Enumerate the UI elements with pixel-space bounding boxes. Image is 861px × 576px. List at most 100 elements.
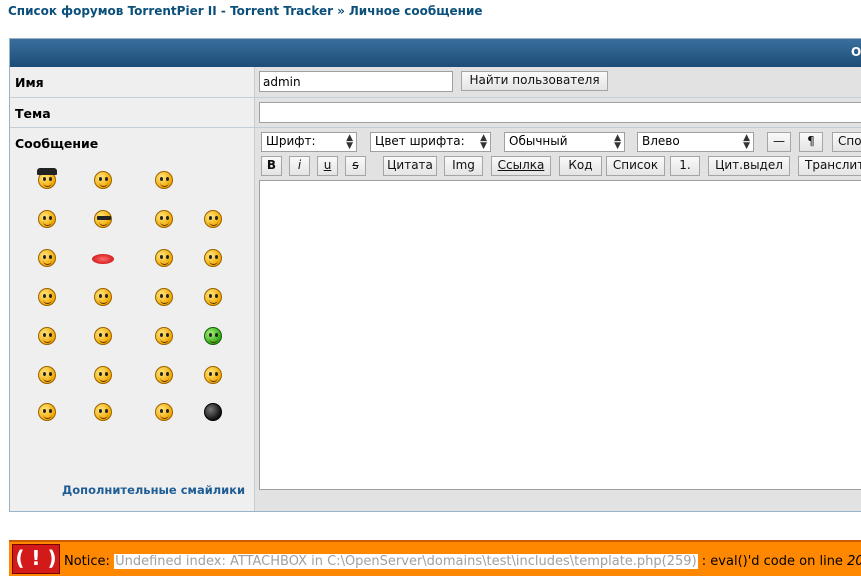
smile-icon[interactable]	[91, 168, 115, 192]
green-sick-icon[interactable]	[201, 324, 225, 348]
pilcrow-button[interactable]: ¶	[799, 132, 823, 152]
breadcrumb: Список форумов TorrentPier II - Torrent …	[8, 4, 483, 18]
thumbs-up-face	[38, 403, 56, 421]
shy-icon[interactable]	[201, 285, 225, 309]
laugh-icon[interactable]	[152, 285, 176, 309]
font-color-select-arrows-icon: ▲ ▼	[480, 133, 487, 151]
neutral-icon[interactable]	[35, 285, 59, 309]
message-row: Сообщение Дополнительные смайлики Шрифт:…	[10, 128, 861, 511]
recipient-label: Имя	[10, 67, 255, 97]
sunglasses-smiley-face	[94, 210, 112, 228]
rolleyes-face	[38, 366, 56, 384]
grin-face	[155, 171, 173, 189]
smile-face	[94, 171, 112, 189]
font-select-value: Шрифт:	[266, 134, 316, 148]
code-button[interactable]: Код	[559, 156, 602, 176]
bomb-icon[interactable]	[201, 400, 225, 424]
tongue-icon[interactable]	[152, 246, 176, 270]
quote-selected-button[interactable]: Цит.выдел	[708, 156, 790, 176]
align-select[interactable]: Влево ▲ ▼	[637, 132, 754, 152]
quote-button[interactable]: Цитата	[383, 156, 437, 176]
happy-face	[155, 210, 173, 228]
breadcrumb-current-link[interactable]: Личное сообщение	[349, 4, 483, 18]
list-button[interactable]: Список	[606, 156, 665, 176]
confused-face	[204, 249, 222, 267]
hug-face	[155, 366, 173, 384]
blush-icon[interactable]	[152, 400, 176, 424]
headphones-smiley-face	[94, 327, 112, 345]
php-notice-bar: ( ! ) Notice: Undefined index: ATTACHBOX…	[9, 540, 861, 576]
font-size-select[interactable]: Обычный ▲ ▼	[504, 132, 625, 152]
shocked-face	[155, 327, 173, 345]
recipient-row: Имя Найти пользователя	[10, 67, 861, 98]
rolleyes-icon[interactable]	[35, 363, 59, 387]
breadcrumb-separator: »	[337, 4, 345, 18]
spoiler-button[interactable]: Спо	[832, 132, 861, 152]
angry-icon[interactable]	[35, 324, 59, 348]
underline-button[interactable]: u	[317, 156, 338, 176]
recipient-input[interactable]	[259, 71, 453, 92]
link-button[interactable]: Ссылка	[491, 156, 551, 176]
font-size-select-arrows-icon: ▲ ▼	[614, 133, 621, 151]
translit-button[interactable]: Транслит	[798, 156, 861, 176]
question-icon[interactable]	[91, 363, 115, 387]
surprised-icon[interactable]	[35, 246, 59, 270]
green-sick-face	[204, 327, 222, 345]
breadcrumb-forum-list-link[interactable]: Список форумов TorrentPier II - Torrent …	[8, 4, 333, 18]
happy-icon[interactable]	[152, 207, 176, 231]
numbered-list-button[interactable]: 1.	[670, 156, 700, 176]
neutral-face	[38, 288, 56, 306]
font-select-arrows-icon: ▲ ▼	[346, 133, 353, 151]
find-user-button[interactable]: Найти пользователя	[461, 71, 608, 91]
friends-face	[94, 403, 112, 421]
tongue-face	[155, 249, 173, 267]
cool-hat-smiley-icon[interactable]	[35, 168, 59, 192]
horizontal-rule-button[interactable]: —	[767, 132, 791, 152]
message-label: Сообщение	[15, 136, 99, 151]
message-label-cell: Сообщение Дополнительные смайлики	[10, 128, 255, 511]
hug-icon[interactable]	[152, 363, 176, 387]
shy-face	[204, 288, 222, 306]
thinking-face	[204, 210, 222, 228]
wink-icon[interactable]	[35, 207, 59, 231]
sad-icon[interactable]	[91, 285, 115, 309]
italic-button[interactable]: i	[289, 156, 310, 176]
subject-field-cell	[255, 98, 861, 127]
notice-warning-icon: ( ! )	[12, 544, 60, 574]
notice-text: Notice: Undefined index: ATTACHBOX in C:…	[64, 554, 861, 569]
rose-icon[interactable]	[201, 363, 225, 387]
sunglasses-smiley-icon[interactable]	[91, 207, 115, 231]
more-smileys-link[interactable]: Дополнительные смайлики	[62, 483, 245, 497]
notice-line-number: 200	[847, 554, 861, 569]
confused-icon[interactable]	[201, 246, 225, 270]
laugh-face	[155, 288, 173, 306]
message-field-cell: Шрифт: ▲ ▼ Цвет шрифта: ▲ ▼ Обычный ▲ ▼ Влево ▲…	[255, 128, 861, 511]
strikethrough-button[interactable]: s	[345, 156, 366, 176]
font-color-select[interactable]: Цвет шрифта: ▲ ▼	[370, 132, 491, 152]
rose-face	[204, 366, 222, 384]
thinking-icon[interactable]	[201, 207, 225, 231]
thumbs-up-icon[interactable]	[35, 400, 59, 424]
cool-hat-smiley-face	[38, 171, 56, 189]
shocked-icon[interactable]	[152, 324, 176, 348]
question-face	[94, 366, 112, 384]
surprised-face	[38, 249, 56, 267]
font-color-select-value: Цвет шрифта:	[375, 134, 465, 148]
bold-button[interactable]: B	[261, 156, 282, 176]
message-textarea[interactable]	[259, 180, 861, 490]
subject-label: Тема	[10, 98, 255, 127]
bomb-face	[204, 403, 222, 421]
notice-suffix: : eval()'d code on line	[701, 554, 843, 569]
subject-row: Тема	[10, 98, 861, 128]
kiss-lips-icon[interactable]	[91, 246, 115, 270]
notice-prefix: Notice:	[64, 554, 110, 569]
grin-icon[interactable]	[152, 168, 176, 192]
subject-input[interactable]	[259, 102, 861, 123]
headphones-smiley-icon[interactable]	[91, 324, 115, 348]
image-button[interactable]: Img	[444, 156, 483, 176]
wink-face	[38, 210, 56, 228]
angry-face	[38, 327, 56, 345]
panel-header-title: O	[851, 45, 861, 59]
font-select[interactable]: Шрифт: ▲ ▼	[261, 132, 357, 152]
friends-icon[interactable]	[91, 400, 115, 424]
